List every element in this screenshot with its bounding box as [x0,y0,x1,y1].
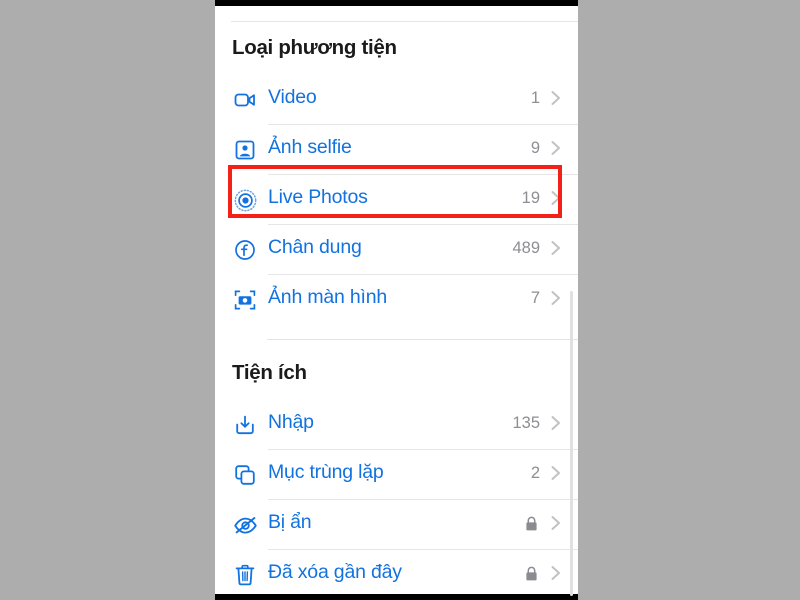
screenshot-canvas: Loại phương tiện Video 1 Ảnh selfie 9 Li… [0,0,800,600]
duplicate-stack-icon [232,462,258,488]
chevron-right-icon [550,413,562,433]
list-item-video[interactable]: Video 1 [215,74,578,124]
list-item-live-photos[interactable]: Live Photos 19 [215,174,578,224]
chevron-right-icon [550,88,562,108]
row-divider [268,274,578,275]
list-item-label: Bị ẩn [268,511,312,533]
chevron-right-icon [550,188,562,208]
list-top-divider [231,21,578,22]
import-download-icon [232,412,258,438]
list-item-label: Live Photos [268,186,368,208]
live-photo-icon [232,187,258,213]
row-divider [268,224,578,225]
list-item-screenshots[interactable]: Ảnh màn hình 7 [215,274,578,324]
list-item-duplicates[interactable]: Mục trùng lặp 2 [215,449,578,499]
section-header-media-types: Loại phương tiện [232,36,397,59]
chevron-right-icon [550,138,562,158]
screenshot-icon [232,287,258,313]
list-item-count: 9 [530,139,540,157]
chevron-right-icon [550,463,562,483]
albums-list: Loại phương tiện Video 1 Ảnh selfie 9 Li… [215,6,578,596]
eye-slash-icon [232,512,258,538]
chevron-right-icon [550,238,562,258]
section-header-utilities: Tiện ích [232,361,307,384]
row-divider [268,499,578,500]
list-item-label: Mục trùng lặp [268,461,384,483]
list-item-count: 489 [512,239,540,257]
photos-albums-panel: Loại phương tiện Video 1 Ảnh selfie 9 Li… [215,0,578,600]
list-item-portrait[interactable]: Chân dung 489 [215,224,578,274]
list-item-label: Ảnh màn hình [268,286,388,308]
lock-icon [525,516,538,532]
list-item-selfies[interactable]: Ảnh selfie 9 [215,124,578,174]
section-divider [267,339,578,340]
row-divider [268,124,578,125]
chevron-right-icon [550,513,562,533]
chevron-right-icon [550,563,562,583]
row-divider [268,449,578,450]
list-item-recently-deleted[interactable]: Đã xóa gần đây [215,549,578,599]
list-item-label: Ảnh selfie [268,136,352,158]
list-item-count: 19 [521,189,540,207]
chevron-right-icon [550,288,562,308]
list-item-hidden[interactable]: Bị ẩn [215,499,578,549]
trash-icon [232,562,258,588]
list-item-count: 1 [530,89,540,107]
list-item-count: 7 [530,289,540,307]
lock-icon [525,566,538,582]
row-divider [268,174,578,175]
list-item-label: Nhập [268,411,314,433]
video-camera-icon [232,87,258,113]
list-item-label: Video [268,86,317,108]
list-item-imports[interactable]: Nhập 135 [215,399,578,449]
vertical-scrollbar[interactable] [570,291,573,596]
list-item-label: Đã xóa gần đây [268,561,402,583]
aperture-f-icon [232,237,258,263]
portrait-frame-icon [232,137,258,163]
list-item-count: 2 [530,464,540,482]
list-item-label: Chân dung [268,236,362,258]
list-item-count: 135 [512,414,540,432]
row-divider [268,549,578,550]
